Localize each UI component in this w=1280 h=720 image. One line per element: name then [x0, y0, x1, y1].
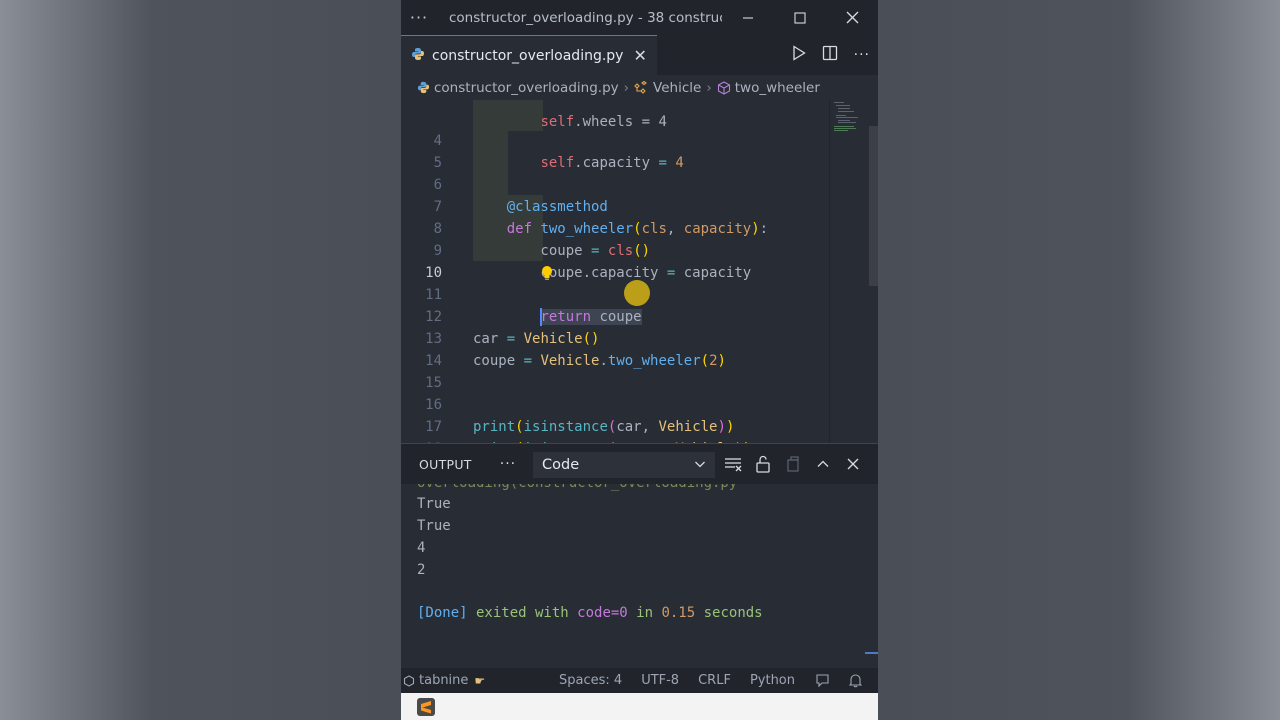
- breadcrumb-file[interactable]: constructor_overloading.py: [434, 80, 619, 96]
- python-file-icon: [417, 81, 430, 94]
- code-line: 12 car = Vehicle(): [401, 284, 829, 347]
- done-tag: [Done]: [417, 605, 468, 621]
- minimize-button[interactable]: [722, 0, 774, 35]
- hand-icon: ☛: [474, 673, 486, 688]
- minimap[interactable]: [829, 100, 878, 443]
- vscode-window: ··· constructor_overloading.py - 38 cons…: [401, 0, 878, 720]
- panel-more-button[interactable]: ···: [500, 456, 516, 472]
- tabnine-status[interactable]: tabnine ☛: [403, 673, 485, 688]
- code-line: 17 print(isinstance(coupe, Vehicle)): [401, 394, 829, 443]
- run-button[interactable]: [792, 45, 806, 65]
- output-panel[interactable]: overloading(constructor_overloading.py T…: [401, 484, 878, 668]
- panel-actions: [723, 454, 863, 474]
- chevron-right-icon: ›: [623, 79, 630, 96]
- code-line: 13 coupe = Vehicle.two_wheeler(2): [401, 306, 829, 369]
- output-line: True: [417, 496, 451, 512]
- output-line: 4: [417, 540, 426, 556]
- tab-constructor-overloading[interactable]: constructor_overloading.py ✕: [401, 35, 657, 75]
- done-time: 0.15: [661, 605, 696, 621]
- python-file-icon: [411, 47, 425, 65]
- class-symbol-icon: [634, 81, 649, 94]
- maximize-button[interactable]: [774, 0, 826, 35]
- breadcrumb: constructor_overloading.py › Vehicle › t…: [401, 75, 878, 100]
- code-line: 11: [401, 262, 829, 303]
- window-title: constructor_overloading.py - 38 construc…: [449, 9, 722, 26]
- bell-icon: [849, 674, 862, 688]
- taskbar: [401, 693, 878, 720]
- panel-header: OUTPUT ··· Code: [401, 443, 878, 484]
- done-unit: seconds: [695, 605, 763, 621]
- encoding-status[interactable]: UTF-8: [641, 673, 679, 688]
- notifications-button[interactable]: [849, 673, 862, 688]
- copy-icon: [787, 456, 799, 472]
- split-editor-button[interactable]: [822, 45, 838, 65]
- output-channel-value: Code: [542, 457, 580, 473]
- code-line: 6 @classmethod: [401, 152, 829, 215]
- click-indicator: [624, 280, 650, 306]
- minimize-icon: [743, 16, 753, 19]
- tab-close-button[interactable]: ✕: [633, 46, 646, 65]
- feedback-icon: [816, 674, 829, 688]
- eol-status[interactable]: CRLF: [698, 673, 731, 688]
- title-bar: ··· constructor_overloading.py - 38 cons…: [401, 0, 878, 35]
- sublime-text-icon[interactable]: [417, 698, 435, 716]
- breadcrumb-class[interactable]: Vehicle: [653, 80, 701, 96]
- done-in: in: [627, 605, 662, 621]
- exit-code: code=0: [577, 605, 628, 621]
- language-status[interactable]: Python: [750, 673, 795, 688]
- tab-label: constructor_overloading.py: [432, 47, 624, 64]
- output-line: True: [417, 518, 451, 534]
- chevron-down-icon: [693, 457, 707, 475]
- output-line: 2: [417, 562, 426, 578]
- code-line: 8 coupe = cls(): [401, 196, 829, 259]
- code-line: 15: [401, 350, 829, 391]
- indentation-status[interactable]: Spaces: 4: [559, 673, 622, 688]
- code-line: 4 self.capacity = 4: [401, 108, 829, 171]
- scroll-marker: [865, 652, 878, 654]
- breadcrumb-method[interactable]: two_wheeler: [735, 80, 820, 96]
- editor-tab-bar: constructor_overloading.py ✕ ···: [401, 35, 878, 75]
- output-done-line: [Done] exited with code=0 in 0.15 second…: [417, 602, 763, 624]
- more-actions-button[interactable]: ···: [854, 47, 870, 63]
- done-text: exited with: [467, 605, 578, 621]
- output-line: overloading(constructor_overloading.py: [417, 484, 737, 494]
- code-line: 9 coupe.capacity = capacity: [401, 218, 829, 281]
- play-icon: [792, 45, 806, 61]
- close-icon: [846, 11, 858, 24]
- tab-output[interactable]: OUTPUT: [419, 457, 472, 472]
- minimap-slider[interactable]: [869, 126, 878, 286]
- close-panel-button[interactable]: [843, 454, 863, 474]
- feedback-button[interactable]: [815, 673, 830, 688]
- lock-scroll-button[interactable]: [753, 454, 773, 474]
- chevron-up-icon: [817, 460, 829, 467]
- menu-more-button[interactable]: ···: [401, 8, 437, 27]
- code-line: 5: [401, 130, 829, 171]
- close-window-button[interactable]: [826, 0, 878, 35]
- minimap-preview: [834, 102, 858, 131]
- tabnine-icon: [403, 674, 415, 687]
- tabnine-label: tabnine: [419, 673, 469, 688]
- maximize-panel-button[interactable]: [813, 454, 833, 474]
- code-line: 7 def two_wheeler(cls, capacity):: [401, 174, 829, 237]
- unlock-icon: [756, 455, 770, 473]
- code-line: 18 print(car.capacity): [401, 416, 829, 443]
- status-bar: tabnine ☛ Spaces: 4 UTF-8 CRLF Python: [401, 668, 878, 693]
- code-line-active: 10 return coupe: [401, 240, 829, 326]
- method-symbol-icon: [717, 80, 731, 95]
- code-editor[interactable]: self.wheels = 4 4 self.capacity = 4 5 6 …: [401, 100, 878, 443]
- split-editor-icon: [822, 45, 837, 61]
- code-line: 14: [401, 328, 829, 369]
- maximize-icon: [794, 11, 806, 24]
- editor-actions: ···: [792, 45, 878, 65]
- code-line: 16 print(isinstance(car, Vehicle)): [401, 372, 829, 435]
- list-filter-icon: [725, 458, 742, 472]
- clear-output-button[interactable]: [723, 454, 743, 474]
- output-channel-select[interactable]: Code: [533, 452, 715, 478]
- chevron-right-icon: ›: [706, 79, 712, 96]
- copy-output-button[interactable]: [783, 454, 803, 474]
- close-icon: [847, 458, 859, 470]
